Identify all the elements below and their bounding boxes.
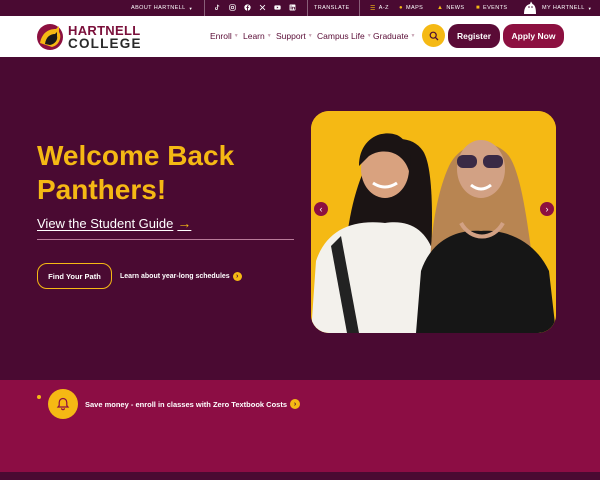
chevron-left-icon: ‹ [319,204,323,214]
chevron-down-icon: ▼ [410,33,416,39]
logo-line-2: COLLEGE [68,35,142,51]
utility-bar: ABOUT HARTNELL ▼ TRANSLATE ☰ A-Z ● MAPS … [0,0,600,16]
hero-photo-students [311,111,556,333]
student-guide-link[interactable]: View the Student Guide → [37,215,191,231]
chevron-right-icon: › [545,204,549,214]
hero-divider [37,239,294,240]
apply-now-button[interactable]: Apply Now [503,24,564,48]
a-z-label: A-Z [378,5,389,11]
student-guide-label: View the Student Guide [37,215,174,231]
youtube-icon[interactable] [274,4,281,11]
search-icon [429,31,438,40]
maps-link[interactable]: ● MAPS [399,0,423,16]
year-long-schedules-link[interactable]: Learn about year-long schedules › [120,270,242,282]
chevron-down-icon: ▼ [233,33,239,39]
logo-line-1: HARTNELL [68,22,141,38]
translate-link[interactable]: TRANSLATE [314,0,350,16]
divider [204,0,205,16]
footer-strip [0,472,600,480]
carousel-next-button[interactable]: › [540,202,554,216]
arrow-right-icon: › [232,271,242,281]
chevron-down-icon: ▼ [307,33,313,39]
chevron-down-icon: ▼ [188,5,193,11]
nav-support-label: Support [276,31,306,41]
alert-message: Save money - enroll in classes with Zero… [85,399,288,409]
translate-label: TRANSLATE [314,5,350,11]
nav-support[interactable]: Support ▼ [276,29,313,43]
site-header: HARTNELL COLLEGE Enroll ▼ Learn ▼ Support ▼… [0,16,600,57]
tiktok-icon[interactable] [214,4,221,11]
events-link[interactable]: ■ EVENTS [476,0,507,16]
nav-graduate[interactable]: Graduate ▼ [373,29,415,43]
register-button[interactable]: Register [448,24,500,48]
linkedin-icon[interactable] [289,4,296,11]
nav-enroll-label: Enroll [210,31,232,41]
find-your-path-button[interactable]: Find Your Path [37,263,112,289]
zero-textbook-cost-link[interactable]: Save money - enroll in classes with Zero… [85,399,301,409]
bell-icon [56,397,70,411]
nav-enroll[interactable]: Enroll ▼ [210,29,239,43]
panther-mascot-icon [522,1,538,15]
events-label: EVENTS [483,5,508,11]
news-link[interactable]: ▲ NEWS [437,0,464,16]
hero-title: Welcome Back Panthers! [37,140,235,205]
alert-banner: Save money - enroll in classes with Zero… [0,380,600,472]
map-pin-icon: ● [399,5,404,11]
bell-badge [48,389,78,419]
nav-graduate-label: Graduate [373,31,409,41]
carousel-prev-button[interactable]: ‹ [314,202,328,216]
bell-icon: ▲ [437,5,444,11]
hero-section: Welcome Back Panthers! View the Student … [0,57,600,380]
about-hartnell-label: ABOUT HARTNELL [131,5,186,11]
my-hartnell-menu[interactable]: MY HARTNELL ▼ [522,0,592,16]
divider [359,0,360,16]
arrow-right-icon: › [290,399,301,409]
facebook-icon[interactable] [244,4,251,11]
calendar-icon: ■ [476,5,481,11]
maps-label: MAPS [406,5,424,11]
chevron-down-icon: ▼ [266,33,272,39]
list-icon: ☰ [370,5,376,12]
my-hartnell-label: MY HARTNELL [542,5,585,11]
chevron-down-icon: ▼ [366,33,372,39]
search-button[interactable] [422,24,445,47]
nav-campus-life-label: Campus Life [317,31,365,41]
instagram-icon[interactable] [229,4,236,11]
panther-logo-icon [37,24,63,50]
nav-learn[interactable]: Learn ▼ [243,29,272,43]
about-hartnell-menu[interactable]: ABOUT HARTNELL ▼ [131,0,193,16]
divider [307,0,308,16]
hartnell-logo[interactable]: HARTNELL COLLEGE [36,22,146,52]
a-z-link[interactable]: ☰ A-Z [370,0,389,16]
nav-learn-label: Learn [243,31,265,41]
carousel-dot[interactable] [37,395,41,399]
arrow-right-icon: → [177,215,192,231]
year-long-schedules-label: Learn about year-long schedules [120,272,230,280]
news-label: NEWS [446,5,465,11]
chevron-down-icon: ▼ [587,5,593,11]
x-icon[interactable] [259,4,266,11]
nav-campus-life[interactable]: Campus Life ▼ [317,29,372,43]
